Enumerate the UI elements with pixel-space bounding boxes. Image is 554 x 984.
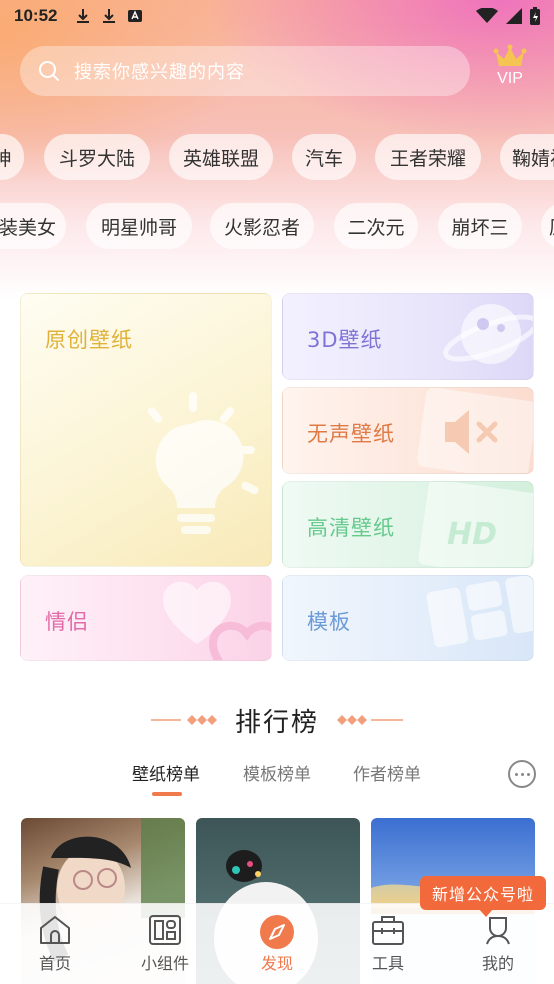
card-3d-wallpaper[interactable]: 3D壁纸: [282, 293, 534, 380]
signal-icon: [506, 8, 522, 24]
bottom-tab-bar: 首页 小组件 发现 工具 我的: [0, 903, 554, 984]
tag-chip[interactable]: 装美女: [0, 203, 66, 249]
tag-chip[interactable]: 王者荣耀: [375, 134, 481, 180]
toolbox-icon: [372, 916, 404, 945]
tab-tools-label: 工具: [371, 954, 404, 973]
vip-label: VIP: [497, 70, 523, 87]
tab-profile[interactable]: 我的: [458, 914, 538, 974]
card-hd-label: 高清壁纸: [307, 516, 395, 540]
decor-divider-left: [150, 715, 217, 725]
svg-text:HD: HD: [447, 517, 497, 552]
search-input[interactable]: 搜索你感兴趣的内容: [20, 46, 470, 96]
tag-chip[interactable]: 神: [0, 134, 24, 180]
tag-chip[interactable]: 崩坏三: [438, 203, 522, 249]
status-time: 10:52: [14, 6, 58, 25]
bubble-tail: [478, 908, 494, 917]
tag-chip[interactable]: 原: [541, 203, 554, 249]
tab-author-ranking[interactable]: 作者榜单: [353, 760, 421, 785]
crown-icon: [493, 44, 527, 66]
active-tab-indicator: [152, 792, 182, 796]
tab-widgets-label: 小组件: [140, 954, 189, 973]
card-template[interactable]: 模板: [282, 575, 534, 661]
heart-icon: [163, 581, 271, 660]
new-feature-bubble[interactable]: 新增公众号啦: [420, 876, 546, 910]
ranking-title: 排行榜: [234, 707, 319, 738]
tab-home[interactable]: 首页: [15, 914, 95, 974]
card-silent-wallpaper[interactable]: 无声壁纸: [282, 387, 534, 474]
home-icon: [40, 916, 70, 944]
tag-chip[interactable]: 斗罗大陆: [44, 134, 150, 180]
widgets-icon: [149, 915, 181, 945]
ranking-tabs: 壁纸榜单 模板榜单 作者榜单: [0, 760, 554, 800]
card-3d-label: 3D壁纸: [307, 328, 383, 352]
more-button[interactable]: [508, 760, 536, 788]
lightbulb-icon: [147, 392, 259, 534]
tab-template-ranking[interactable]: 模板榜单: [243, 760, 311, 785]
tab-discover[interactable]: 发现: [237, 914, 317, 974]
wifi-icon: [476, 8, 498, 23]
card-original-wallpaper[interactable]: 原创壁纸: [20, 293, 272, 567]
tag-row-1: 神 斗罗大陆 英雄联盟 汽车 王者荣耀 鞠婧祎: [0, 134, 554, 180]
profile-icon: [486, 917, 510, 945]
card-original-label: 原创壁纸: [45, 328, 133, 352]
card-silent-label: 无声壁纸: [307, 422, 395, 446]
tab-widgets[interactable]: 小组件: [125, 914, 205, 974]
download-icon: [77, 9, 90, 23]
hd-film-icon: HD: [418, 482, 533, 567]
search-placeholder: 搜索你感兴趣的内容: [74, 62, 245, 83]
planet-icon: [443, 304, 533, 364]
search-icon: [39, 61, 59, 81]
tab-tools[interactable]: 工具: [348, 914, 428, 974]
compass-icon: [260, 915, 294, 949]
app-notification-icon: [128, 10, 143, 22]
tab-discover-label: 发现: [260, 954, 293, 973]
tag-chip[interactable]: 明星帅哥: [86, 203, 192, 249]
status-bar: 10:52: [0, 0, 554, 32]
tab-profile-label: 我的: [481, 954, 514, 973]
battery-icon: [530, 7, 540, 25]
tab-wallpaper-ranking[interactable]: 壁纸榜单: [132, 760, 200, 785]
tag-chip[interactable]: 鞠婧祎: [500, 134, 554, 180]
tag-chip[interactable]: 汽车: [292, 134, 356, 180]
tag-chip[interactable]: 英雄联盟: [169, 134, 273, 180]
tag-row-2: 装美女 明星帅哥 火影忍者 二次元 崩坏三 原: [0, 203, 554, 249]
tab-home-label: 首页: [38, 954, 71, 973]
card-hd-wallpaper[interactable]: 高清壁纸 HD: [282, 481, 534, 568]
vip-button[interactable]: VIP: [490, 44, 530, 98]
mute-icon: [417, 388, 533, 473]
card-couple-label: 情侣: [45, 610, 89, 634]
tag-chip[interactable]: 火影忍者: [210, 203, 314, 249]
template-grid-icon: [426, 576, 533, 648]
card-couple[interactable]: 情侣: [20, 575, 272, 661]
ranking-header: 排行榜: [0, 700, 554, 740]
decor-divider-right: [337, 715, 403, 725]
download-icon: [103, 9, 116, 23]
tag-chip[interactable]: 二次元: [334, 203, 418, 249]
card-template-label: 模板: [307, 610, 351, 634]
